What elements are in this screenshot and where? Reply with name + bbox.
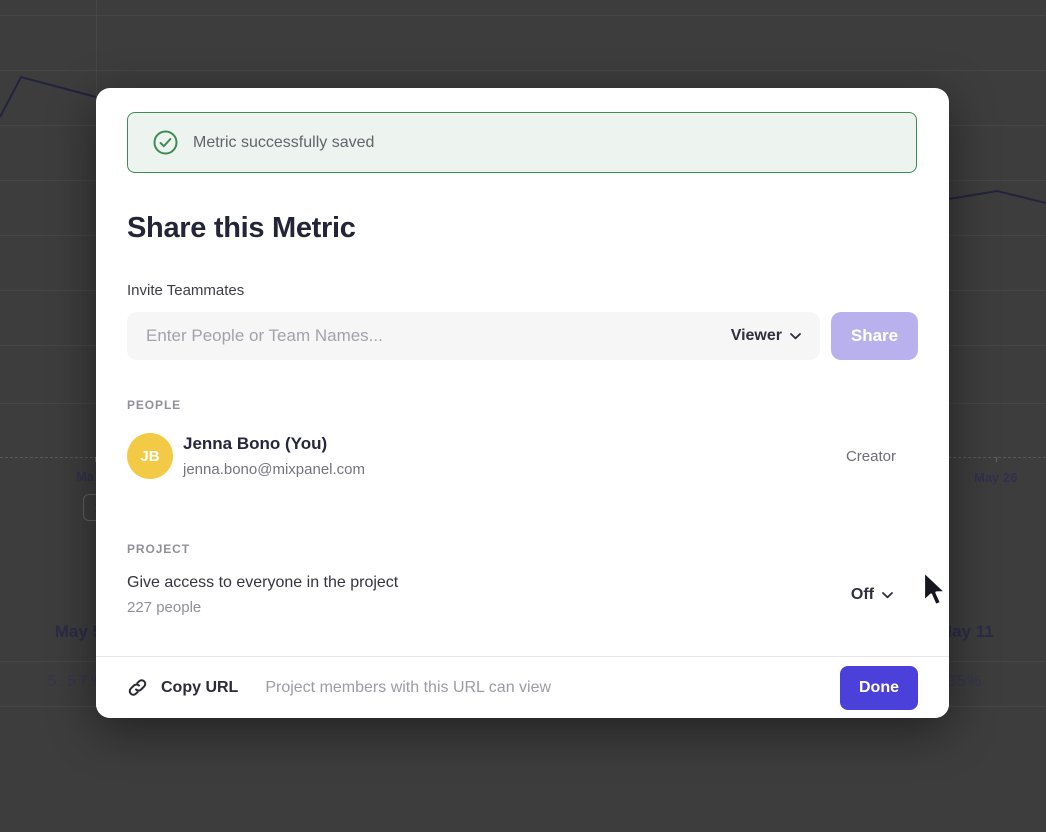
copy-url-label: Copy URL xyxy=(161,679,238,697)
axis-date-label: May 26 xyxy=(974,470,1017,485)
share-metric-modal: Metric successfully saved Share this Met… xyxy=(96,88,949,718)
toast-message: Metric successfully saved xyxy=(193,134,374,152)
project-section-label: PROJECT xyxy=(127,542,190,556)
modal-title: Share this Metric xyxy=(127,212,356,245)
project-access-text: Give access to everyone in the project 2… xyxy=(127,574,398,616)
invite-input-container: Viewer xyxy=(127,312,820,360)
project-access-value: Off xyxy=(851,586,874,604)
project-access-title: Give access to everyone in the project xyxy=(127,574,398,592)
project-access-row: Give access to everyone in the project 2… xyxy=(127,574,918,616)
table-cell-value: 35% xyxy=(947,673,982,691)
role-dropdown[interactable]: Viewer xyxy=(731,327,803,345)
done-button[interactable]: Done xyxy=(840,666,918,710)
role-dropdown-value: Viewer xyxy=(731,327,782,345)
url-permission-hint: Project members with this URL can view xyxy=(265,679,551,697)
invite-row: Viewer Share xyxy=(127,312,918,360)
project-access-dropdown[interactable]: Off xyxy=(851,586,893,604)
member-name: Jenna Bono (You) xyxy=(183,434,365,454)
success-toast: Metric successfully saved xyxy=(127,112,917,173)
member-row: JB Jenna Bono (You) jenna.bono@mixpanel.… xyxy=(127,433,918,479)
chevron-down-icon xyxy=(790,333,801,340)
axis-date-label: Ma xyxy=(76,469,94,484)
chevron-down-icon xyxy=(882,592,893,599)
invite-people-input[interactable] xyxy=(144,325,723,347)
link-chain-icon xyxy=(127,677,148,698)
share-button[interactable]: Share xyxy=(831,312,918,360)
people-section-label: PEOPLE xyxy=(127,398,181,412)
invite-teammates-label: Invite Teammates xyxy=(127,282,244,299)
check-circle-icon xyxy=(153,130,178,155)
modal-footer: Copy URL Project members with this URL c… xyxy=(96,656,949,718)
member-email: jenna.bono@mixpanel.com xyxy=(183,461,365,478)
member-role: Creator xyxy=(846,448,896,465)
table-column-header: May 5 xyxy=(40,622,102,642)
member-info: Jenna Bono (You) jenna.bono@mixpanel.com xyxy=(183,434,365,478)
avatar: JB xyxy=(127,433,173,479)
copy-url-button[interactable]: Copy URL xyxy=(127,677,238,698)
project-access-count: 227 people xyxy=(127,599,398,616)
